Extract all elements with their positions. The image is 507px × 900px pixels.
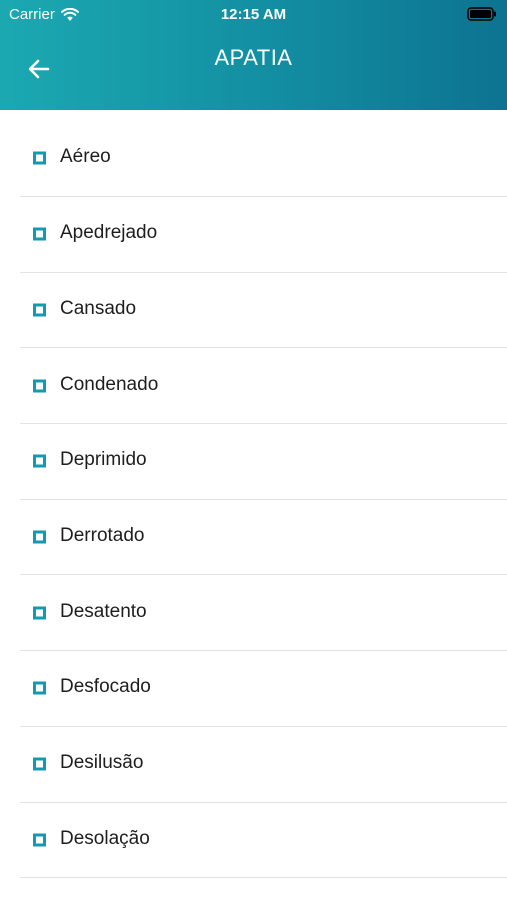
square-bullet-icon [33, 303, 46, 317]
list-item[interactable]: Desatento [20, 575, 507, 652]
square-bullet-icon [33, 606, 46, 620]
list-item-label: Apedrejado [60, 222, 158, 244]
list-item-label: Deprimido [60, 449, 147, 471]
list-item[interactable]: Condenado [20, 348, 507, 425]
square-bullet-icon [33, 833, 46, 847]
list-item-label: Desfocado [60, 676, 151, 698]
square-bullet-icon [33, 454, 46, 468]
page-title: APATIA [214, 45, 293, 70]
app-header: Carrier 12:15 AM APATIA [0, 0, 507, 110]
list-item[interactable]: Desolação [20, 803, 507, 879]
battery-icon [467, 7, 496, 21]
list-item-label: Desolação [60, 827, 150, 849]
list-item[interactable]: Cansado [20, 273, 507, 349]
square-bullet-icon [33, 151, 46, 165]
list-item[interactable]: Derrotado [20, 500, 507, 576]
square-bullet-icon [33, 530, 46, 544]
list-item-label: Condenado [60, 373, 159, 395]
list-item-label: Aéreo [60, 145, 111, 167]
square-bullet-icon [33, 379, 46, 393]
square-bullet-icon [33, 681, 46, 695]
square-bullet-icon [33, 227, 46, 241]
list-item[interactable]: Desilusão [20, 727, 507, 803]
list-item-label: Derrotado [60, 524, 145, 546]
list-item-label: Cansado [60, 297, 137, 319]
list-item-label: Desilusão [60, 752, 144, 774]
list-item[interactable]: Desfocado [20, 651, 507, 727]
list-item[interactable]: Aéreo [20, 120, 507, 197]
list-item[interactable]: Deprimido [20, 424, 507, 500]
emotion-list: Aéreo Apedrejado Cansado Condenado Depri… [20, 120, 507, 879]
navigation-bar: APATIA [0, 36, 507, 96]
status-time: 12:15 AM [220, 6, 287, 23]
list-item-label: Desatento [60, 600, 147, 622]
list-item[interactable]: Apedrejado [20, 197, 507, 273]
status-bar: Carrier 12:15 AM [0, 0, 507, 28]
square-bullet-icon [33, 757, 46, 771]
